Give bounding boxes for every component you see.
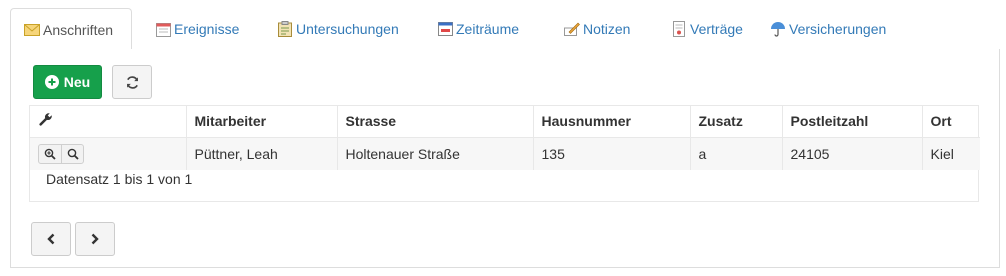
contract-icon (671, 21, 687, 37)
tab-ereignisse[interactable]: Ereignisse (142, 8, 252, 50)
plus-circle-icon (44, 75, 59, 89)
table-header-row: Mitarbeiter Strasse Hausnummer Zusatz Po… (30, 106, 980, 138)
row-actions (30, 137, 187, 170)
zoom-in-icon[interactable] (39, 145, 61, 163)
tab-label: Untersuchungen (296, 21, 399, 37)
previous-page-button[interactable] (31, 222, 71, 256)
cell-ort: Kiel (922, 137, 980, 170)
tab-label: Notizen (583, 21, 631, 37)
tab-label: Zeiträume (456, 21, 520, 37)
tab-anschriften[interactable]: Anschriften (10, 8, 132, 51)
chevron-right-icon (90, 233, 100, 245)
new-button[interactable]: Neu (33, 65, 102, 99)
column-header-strasse[interactable]: Strasse (337, 106, 534, 138)
tab-untersuchungen[interactable]: Untersuchungen (264, 8, 412, 50)
tab-versicherungen[interactable]: Versicherungen (757, 8, 899, 50)
address-table: Mitarbeiter Strasse Hausnummer Zusatz Po… (29, 105, 980, 202)
tab-panel: Neu Mitarbeiter Strasse Hausnummer Zusat… (10, 49, 1000, 268)
envelope-icon (24, 22, 40, 38)
new-button-label: Neu (63, 74, 91, 90)
cell-postleitzahl: 24105 (782, 137, 923, 170)
calendar-icon (155, 21, 171, 37)
tab-vertraege[interactable]: Verträge (658, 8, 756, 50)
tab-label: Verträge (690, 21, 743, 37)
record-info: Datensatz 1 bis 1 von 1 (46, 171, 193, 187)
tools-column-header (30, 106, 187, 138)
tab-notizen[interactable]: Notizen (551, 8, 643, 50)
column-header-hausnummer[interactable]: Hausnummer (533, 106, 691, 138)
column-header-mitarbeiter[interactable]: Mitarbeiter (186, 106, 338, 138)
tab-label: Anschriften (43, 21, 114, 38)
chevron-left-icon (46, 233, 56, 245)
wrench-icon[interactable] (38, 112, 53, 127)
refresh-icon (125, 75, 140, 90)
tab-zeitraeume[interactable]: Zeiträume (424, 8, 532, 50)
column-header-ort[interactable]: Ort (922, 106, 980, 138)
cell-mitarbeiter: Püttner, Leah (186, 137, 338, 170)
refresh-button[interactable] (112, 65, 152, 99)
tab-bar: Anschriften Ereignisse Untersuchungen Ze… (10, 8, 1000, 51)
column-header-postleitzahl[interactable]: Postleitzahl (782, 106, 923, 138)
cell-strasse: Holtenauer Straße (337, 137, 534, 170)
cell-zusatz: a (690, 137, 783, 170)
timespan-icon (437, 21, 453, 37)
search-icon[interactable] (61, 144, 83, 163)
clipboard-icon (277, 21, 293, 37)
column-header-zusatz[interactable]: Zusatz (690, 106, 783, 138)
tab-label: Versicherungen (789, 21, 887, 37)
next-page-button[interactable] (75, 222, 115, 256)
table-row[interactable]: Püttner, Leah Holtenauer Straße 135 a 24… (30, 137, 980, 170)
umbrella-icon (770, 21, 786, 37)
row-action-group (38, 143, 84, 164)
note-pencil-icon (564, 21, 580, 37)
cell-hausnummer: 135 (533, 137, 691, 170)
tab-label: Ereignisse (174, 21, 240, 37)
